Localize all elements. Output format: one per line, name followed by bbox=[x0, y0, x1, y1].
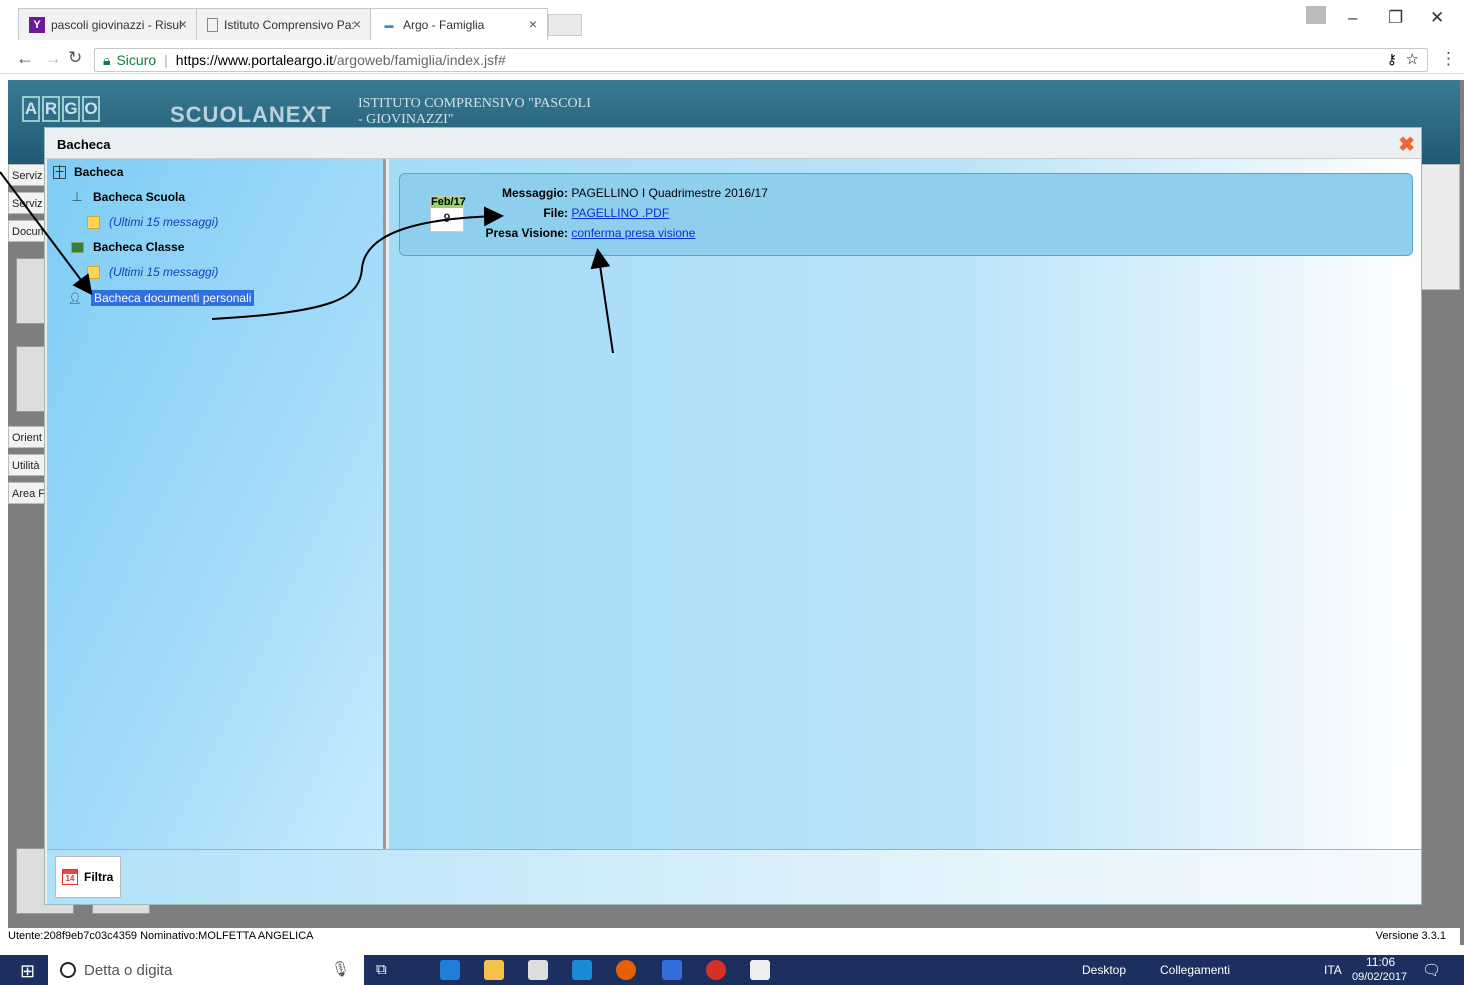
annotation-arrows bbox=[0, 171, 614, 354]
firefox-icon[interactable] bbox=[616, 960, 636, 980]
windows-start-icon[interactable]: ⊞ bbox=[20, 961, 35, 982]
clock-date[interactable]: 09/02/2017 bbox=[1352, 971, 1407, 983]
links-toolbar[interactable]: Collegamenti bbox=[1160, 963, 1230, 977]
arrow-to-file-link bbox=[211, 206, 504, 320]
desktop-toolbar[interactable]: Desktop bbox=[1082, 963, 1126, 977]
clock-time[interactable]: 11:06 bbox=[1366, 955, 1395, 969]
language-indicator[interactable]: ITA bbox=[1324, 963, 1342, 977]
outlook-icon[interactable] bbox=[572, 960, 592, 980]
edge-icon[interactable] bbox=[440, 960, 460, 980]
file-explorer-icon[interactable] bbox=[484, 960, 504, 980]
notification-icon[interactable]: 🗨︎ bbox=[1422, 961, 1441, 979]
arrow-to-documenti-personali bbox=[0, 171, 93, 296]
task-view-icon[interactable]: ⧉ bbox=[376, 961, 387, 978]
arrow-to-confirm-link bbox=[590, 248, 614, 354]
chrome-icon[interactable] bbox=[706, 960, 726, 980]
dropbox-icon[interactable] bbox=[662, 960, 682, 980]
store-icon[interactable] bbox=[528, 960, 548, 980]
word-icon[interactable] bbox=[750, 960, 770, 980]
microphone-icon[interactable]: 🎙︎ bbox=[331, 960, 350, 978]
windows-taskbar: ⊞ Detta o digita 🎙︎ ⧉ Desktop Collegamen… bbox=[0, 955, 1464, 985]
taskbar-search-box[interactable]: Detta o digita 🎙︎ bbox=[48, 955, 364, 985]
cortana-icon bbox=[60, 962, 76, 978]
